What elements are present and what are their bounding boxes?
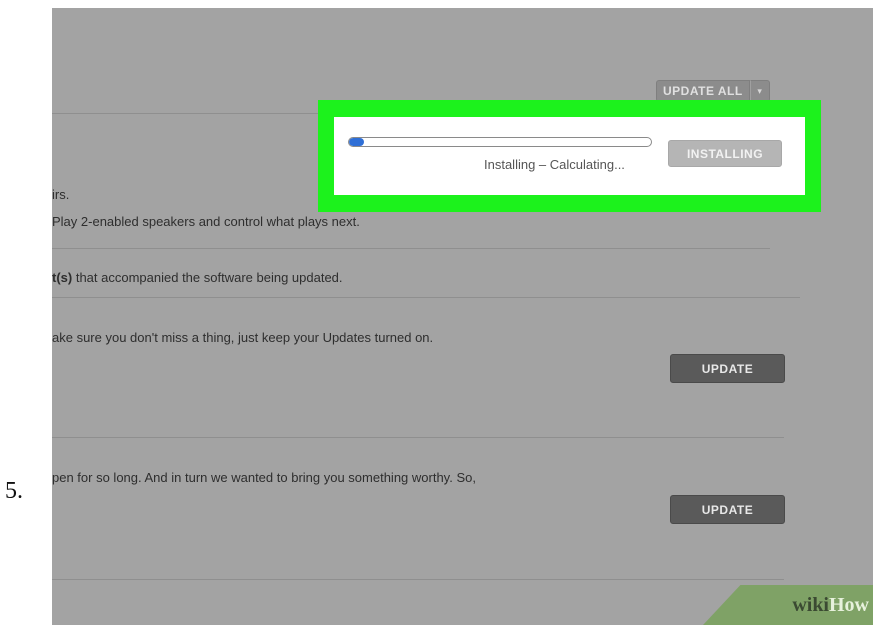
section-divider xyxy=(52,437,784,438)
section-divider xyxy=(52,297,800,298)
update-button[interactable]: UPDATE xyxy=(670,495,785,524)
update-all-control: UPDATE ALL ▾ xyxy=(656,80,770,102)
update-description-line: Play 2-enabled speakers and control what… xyxy=(52,214,360,229)
update-button[interactable]: UPDATE xyxy=(670,354,785,383)
section-divider xyxy=(52,248,770,249)
install-progress-bar xyxy=(348,137,652,147)
watermark-how-text: How xyxy=(829,593,869,616)
update-description-line: pen for so long. And in turn we wanted t… xyxy=(52,470,476,485)
wikihow-watermark: wiki How xyxy=(703,585,873,625)
install-progress-fill xyxy=(349,138,365,146)
update-description-line: irs. xyxy=(52,187,70,202)
update-description-line: t(s) that accompanied the software being… xyxy=(52,270,343,285)
highlight-box: Installing – Calculating... INSTALLING xyxy=(318,100,821,212)
section-divider xyxy=(52,579,784,580)
app-store-updates-screen: UPDATE ALL ▾ irs. Play 2-enabled speaker… xyxy=(52,8,873,625)
installing-button[interactable]: INSTALLING xyxy=(668,140,782,167)
update-description-bold: t(s) xyxy=(52,270,73,285)
update-description-text: that accompanied the software being upda… xyxy=(72,270,343,285)
update-all-button[interactable]: UPDATE ALL xyxy=(656,80,750,102)
step-number: 5. xyxy=(5,478,23,504)
install-status-text: Installing – Calculating... xyxy=(484,157,625,172)
watermark-wiki-text: wiki xyxy=(792,593,829,616)
update-description-line: ake sure you don't miss a thing, just ke… xyxy=(52,330,434,345)
chevron-down-icon[interactable]: ▾ xyxy=(749,80,770,102)
install-progress-panel: Installing – Calculating... INSTALLING xyxy=(334,117,805,195)
